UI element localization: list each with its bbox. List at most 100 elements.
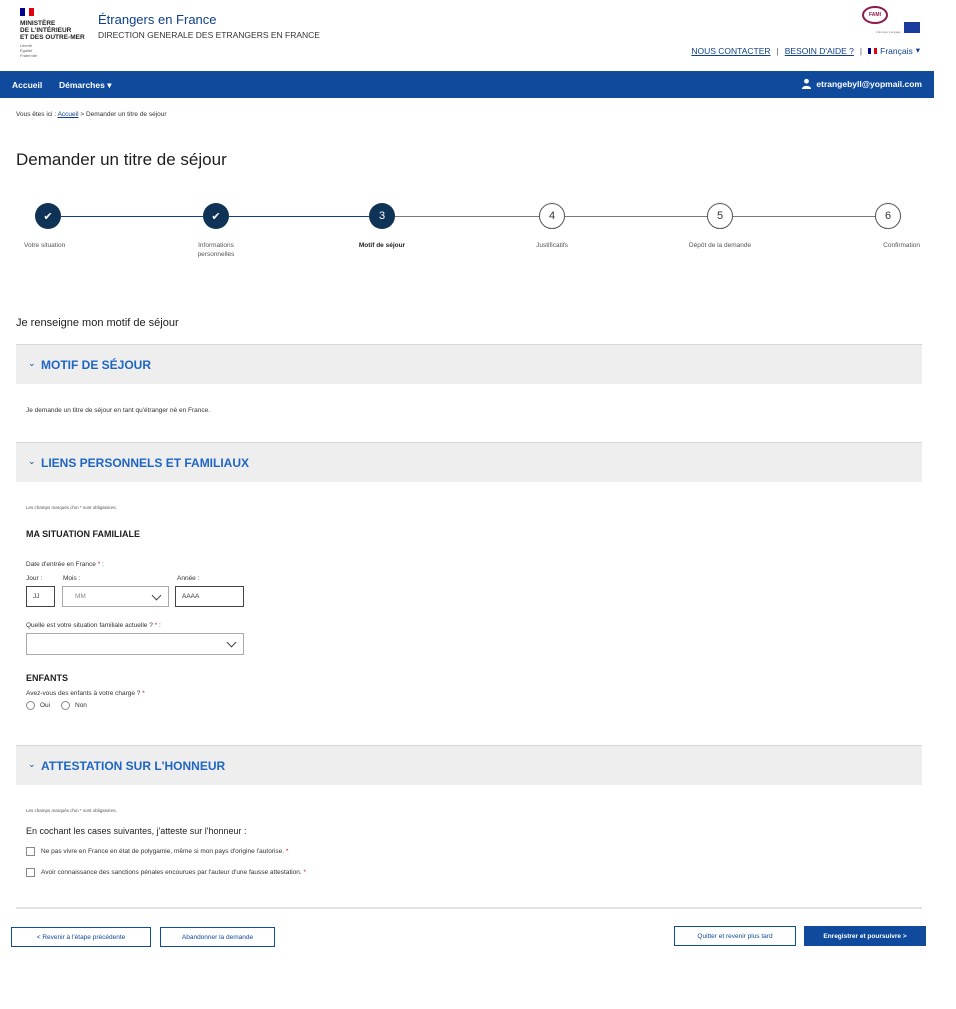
divider [16,907,922,909]
ministry-name: MINISTÈRE DE L'INTÉRIEUR ET DES OUTRE-ME… [20,20,85,41]
save-continue-button[interactable]: Enregistrer et poursuivre > [804,926,926,946]
main-nav: Accueil Démarches ▾ etrangebyll@yopmail.… [0,71,934,98]
step-connector [395,216,539,217]
fami-eu-logo: FAMI L'Europe s'engage [862,6,922,40]
french-flag-icon [868,47,878,54]
step-1-label: Votre situation [24,242,66,249]
nav-home[interactable]: Accueil [12,80,42,90]
step-connector [565,216,707,217]
accordion-title: MOTIF DE SÉJOUR [41,358,152,372]
quit-button[interactable]: Quitter et revenir plus tard [674,926,796,946]
french-flag-icon [20,8,35,16]
required-note: Les champs marqués d'un * sont obligatoi… [26,505,117,510]
step-3-label: Motif de séjour [358,242,406,249]
accordion-liens[interactable]: ⌄ LIENS PERSONNELS ET FAMILIAUX [16,442,922,482]
children-question: Avez-vous des enfants à votre charge ? * [26,690,145,697]
section-heading: Je renseigne mon motif de séjour [16,317,179,329]
step-3-circle: 3 [369,203,395,229]
back-button[interactable]: < Revenir à l'étape précédente [11,927,151,947]
site-header: MINISTÈRE DE L'INTÉRIEUR ET DES OUTRE-ME… [0,0,956,70]
chevron-down-icon: ▾ [915,45,920,55]
month-select[interactable]: MM [62,586,169,607]
chevron-down-icon: ⌄ [28,358,36,368]
step-4-label: Justificatifs [536,242,568,249]
polygamy-label[interactable]: Ne pas vivre en France en état de polyga… [41,848,288,855]
family-situation-select[interactable] [26,633,244,655]
page-title: Demander un titre de séjour [16,150,227,169]
step-connector [733,216,875,217]
polygamy-label-text: Ne pas vivre en France en état de polyga… [41,848,285,855]
required-mark: * [142,690,145,697]
step-connector [61,216,203,217]
children-yes-label[interactable]: Oui [40,702,50,709]
republic-motto: Liberté Égalité Fraternité [20,43,38,58]
accordion-motif[interactable]: ⌄ MOTIF DE SÉJOUR [16,344,922,384]
chevron-down-icon [226,637,237,648]
step-1-circle: ✔ [35,203,61,229]
year-input[interactable]: AAAA [175,586,244,607]
breadcrumb-prefix: Vous êtes ici : [16,111,57,118]
site-subtitle: DIRECTION GENERALE DES ETRANGERS EN FRAN… [98,30,320,40]
breadcrumb-current: > Demander un titre de séjour [80,111,167,118]
accordion-title: ATTESTATION SUR L'HONNEUR [41,759,226,773]
chevron-down-icon: ⌄ [28,456,36,466]
step-2-label: Informations personnelles [197,242,235,258]
nav-demarches-label: Démarches [59,80,105,90]
polygamy-checkbox[interactable] [26,847,35,856]
children-question-text: Avez-vous des enfants à votre charge ? [26,690,141,697]
children-no-label[interactable]: Non [75,702,87,709]
step-2-circle: ✔ [203,203,229,229]
breadcrumb-home[interactable]: Accueil [58,111,79,118]
day-input[interactable]: JJ [26,586,55,607]
month-label: Mois : [63,575,81,582]
accordion-title: LIENS PERSONNELS ET FAMILIAUX [41,456,250,470]
fami-logo: FAMI [862,6,888,24]
year-label: Année : [177,575,200,582]
children-no-radio[interactable] [61,701,70,710]
user-account[interactable]: etrangebyll@yopmail.com [801,78,922,89]
chevron-down-icon [151,590,162,601]
ministry-logo[interactable]: MINISTÈRE DE L'INTÉRIEUR ET DES OUTRE-ME… [20,8,90,58]
children-yes-radio[interactable] [26,701,35,710]
step-5-circle: 5 [707,203,733,229]
help-link[interactable]: BESOIN D'AIDE ? [785,46,854,56]
step-connector [229,216,369,217]
required-mark: * [154,622,158,629]
family-situation-title: MA SITUATION FAMILIALE [26,529,140,539]
required-mark: * [303,869,307,876]
breadcrumb: Vous êtes ici : Accueil > Demander un ti… [16,111,167,118]
family-question-label: Quelle est votre situation familiale act… [26,622,161,629]
day-label: Jour : [26,575,43,582]
accordion-attestation[interactable]: ⌄ ATTESTATION SUR L'HONNEUR [16,745,922,785]
required-mark: * [285,848,289,855]
site-title[interactable]: Étrangers en France [98,12,217,27]
family-question-text: Quelle est votre situation familiale act… [26,622,153,629]
chevron-down-icon: ▾ [107,80,112,90]
separator: | [859,45,863,56]
language-selector[interactable]: Français ▾ [868,45,920,56]
language-label: Français [880,45,913,56]
progress-stepper: ✔ ✔ 3 4 5 6 Votre situation Informations… [0,200,934,270]
contact-link[interactable]: NOUS CONTACTER [691,46,770,56]
check-icon: ✔ [211,210,221,223]
step-6-circle: 6 [875,203,901,229]
step-5-label: Dépôt de la demande [688,242,752,249]
user-icon [802,78,812,89]
required-note: Les champs marqués d'un * sont obligatoi… [26,808,117,813]
entry-date-label-text: Date d'entrée en France [26,561,96,568]
step-4-circle: 4 [539,203,565,229]
step-6-label: Confirmation [883,242,920,249]
nav-demarches[interactable]: Démarches ▾ [59,80,112,91]
separator: | [776,45,779,56]
chevron-down-icon: ⌄ [28,759,36,769]
required-mark: * [97,561,101,568]
eu-flag-icon [904,22,920,33]
abandon-button[interactable]: Abandonner la demande [160,927,275,947]
eu-caption: L'Europe s'engage [876,30,901,34]
sanctions-checkbox[interactable] [26,868,35,877]
month-select-value: MM [75,593,86,600]
children-title: ENFANTS [26,673,69,683]
attestation-intro: En cochant les cases suivantes, j'attest… [26,826,247,836]
check-icon: ✔ [43,210,53,223]
sanctions-label[interactable]: Avoir connaissance des sanctions pénales… [41,869,306,876]
